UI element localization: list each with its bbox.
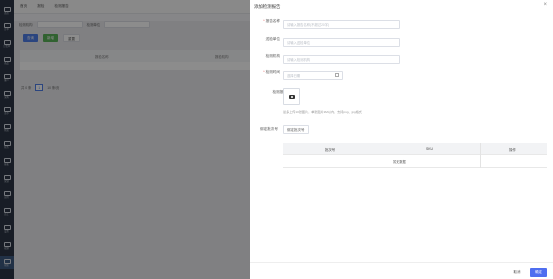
field-label: 检测时间 xyxy=(265,70,280,74)
field-submit-unit: 送检单位 请输入送检单位 xyxy=(250,37,400,47)
submit-unit-input[interactable]: 请输入送检单位 xyxy=(283,37,400,47)
add-report-drawer: 添加检测报告 × *报告名称 请输入报告名称(不超过20字) 送检单位 请输入送… xyxy=(250,0,553,279)
batch-table-header: 批次号 SKU 操作 xyxy=(283,143,547,155)
drawer-footer: 取消 确定 xyxy=(250,262,553,279)
batch-label: 绑定批次号 xyxy=(260,127,278,131)
col-operation: 操作 xyxy=(509,148,516,152)
field-report-name: *报告名称 请输入报告名称(不超过20字) xyxy=(250,19,400,29)
image-upload[interactable] xyxy=(283,88,300,105)
cancel-button[interactable]: 取消 xyxy=(509,268,525,277)
calendar-icon xyxy=(335,73,339,77)
field-label: 检测机构 xyxy=(265,54,280,58)
close-icon[interactable]: × xyxy=(543,2,547,8)
col-sku: SKU xyxy=(426,147,433,151)
required-mark: * xyxy=(263,19,265,23)
field-label: 送检单位 xyxy=(265,37,280,41)
date-placeholder: 选择日期 xyxy=(287,73,301,78)
confirm-button[interactable]: 确定 xyxy=(530,268,547,277)
camera-icon xyxy=(289,95,295,99)
bind-batch-button[interactable]: 绑定批次号 xyxy=(283,125,309,134)
batch-table: 批次号 SKU 操作 暂无数据 xyxy=(283,143,547,168)
table-divider xyxy=(480,143,481,168)
upload-hint: 最多上传10张图片，单张图片2M以内，支持png、jpg格式 xyxy=(283,110,362,114)
field-label: 报告名称 xyxy=(265,19,280,23)
empty-text: 暂无数据 xyxy=(393,160,406,164)
drawer-title: 添加检测报告 xyxy=(254,4,281,9)
col-batch-no: 批次号 xyxy=(325,148,336,152)
test-date-picker[interactable]: 选择日期 xyxy=(283,70,343,80)
batch-table-empty-row: 暂无数据 xyxy=(283,155,547,168)
report-name-input[interactable]: 请输入报告名称(不超过20字) xyxy=(283,19,400,29)
required-mark: * xyxy=(263,70,265,74)
field-test-org: 检测机构 请输入检测机构 xyxy=(250,54,400,64)
test-org-input[interactable]: 请输入检测机构 xyxy=(283,54,400,64)
field-test-date: *检测时间 选择日期 xyxy=(250,70,343,80)
